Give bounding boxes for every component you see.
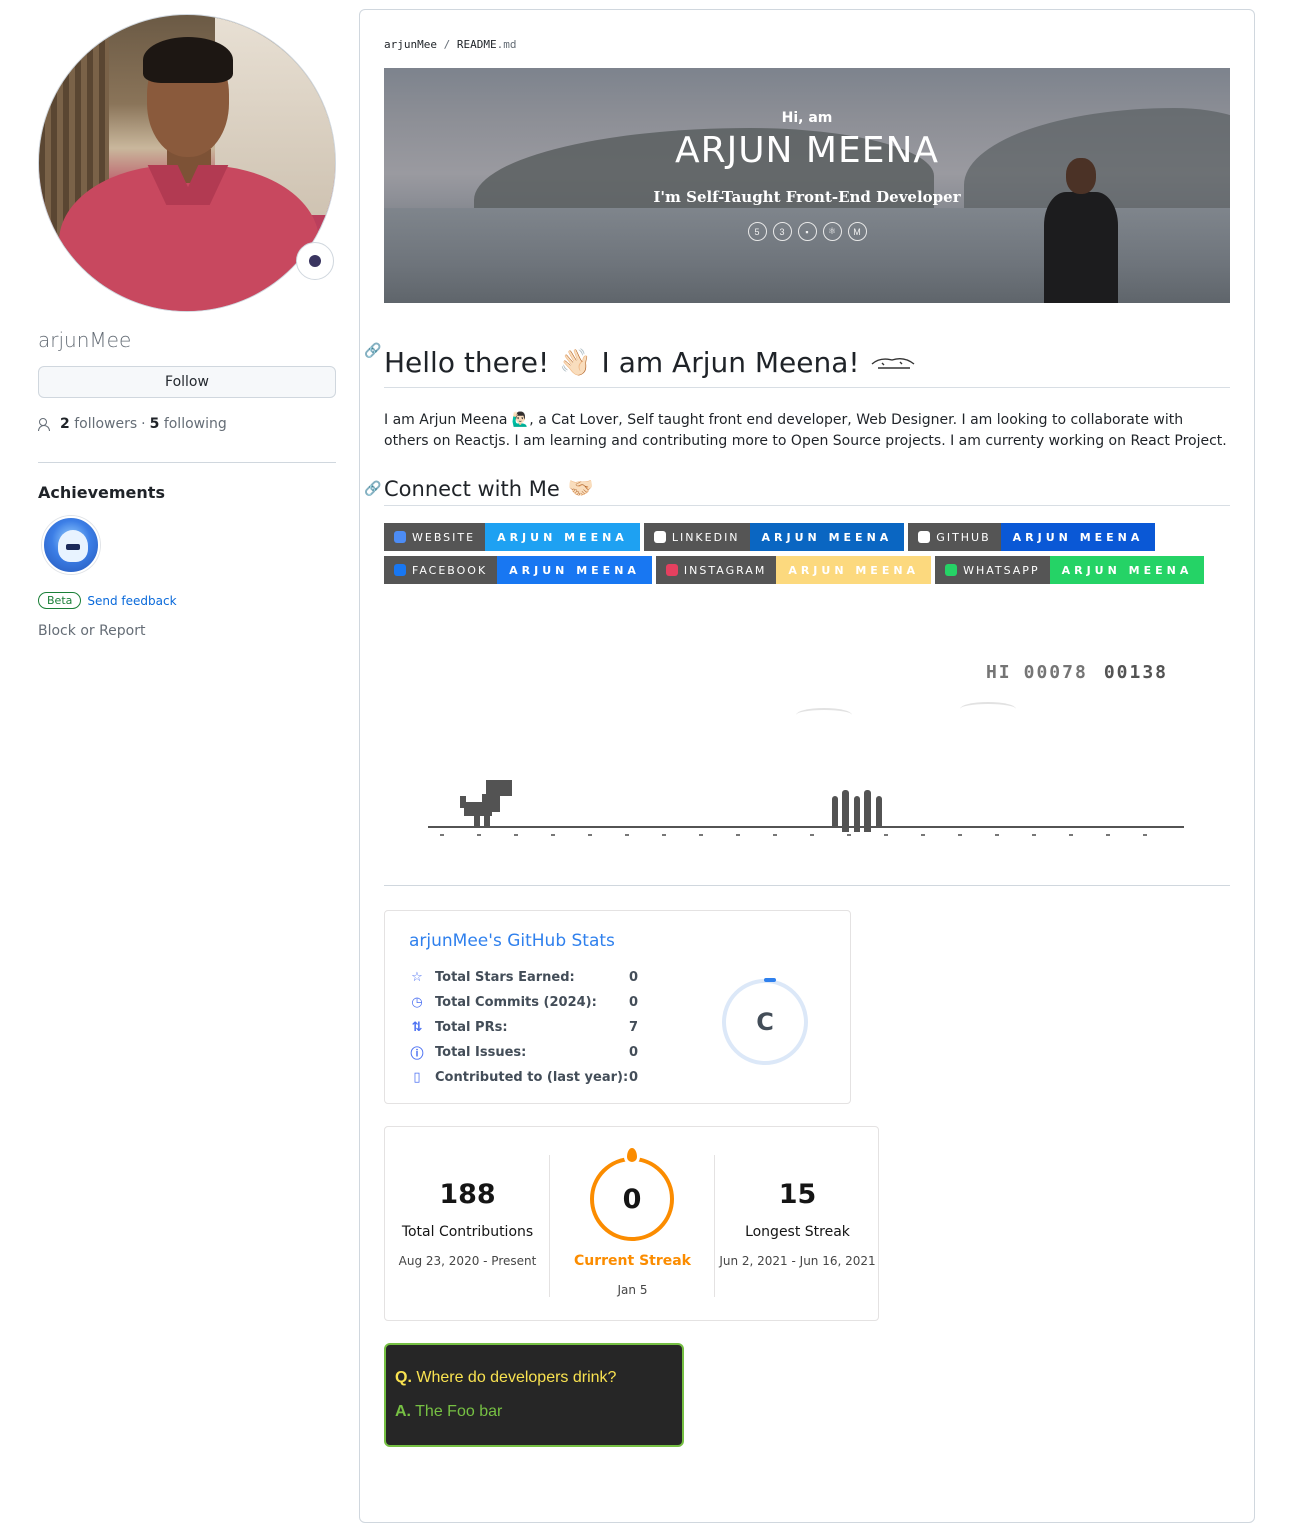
breadcrumb: arjunMee / README.md [384,38,517,51]
feedback-row: Beta Send feedback [38,592,336,609]
readme-bio: I am Arjun Meena 🙋🏻‍♂️, a Cat Lover, Sel… [384,412,1227,449]
cloud-icon [796,708,852,722]
banner-tagline: I'm Self-Taught Front-End Developer [653,188,961,206]
link-anchor-icon[interactable]: 🔗 [364,480,381,497]
js-icon: ▪ [797,222,817,241]
banner-name: ARJUN MEENA [674,130,940,171]
current-streak: Current Streak Jan 5 [573,1253,691,1297]
follow-separator: · [141,416,146,432]
game-ground [428,826,1184,828]
star-icon: ☆ [411,970,423,985]
pull-request-icon: ⇅ [411,1020,423,1035]
cat-icon [871,357,915,369]
cloud-icon [960,702,1016,716]
social-badge-whatsapp[interactable]: WHATSAPP ARJUN MEENA [935,556,1205,584]
banner-tech-icons: 5 3 ▪ ⚛ M [384,222,1230,241]
react-icon: ⚛ [822,222,842,241]
repo-icon: ▯ [413,1070,421,1085]
block-report-link[interactable]: Block or Report [38,623,336,639]
send-feedback-link[interactable]: Send feedback [87,594,176,608]
stat-row: ◷ Total Commits (2024): 0 [409,990,649,1015]
issue-icon: ⓘ [410,1047,424,1062]
follow-stats: 2 followers · 5 following [38,416,336,432]
html-icon: 5 [747,222,767,241]
streak-card: 188 Total Contributions Aug 23, 2020 - P… [384,1126,879,1321]
social-badge-linkedin[interactable]: LINKEDIN ARJUN MEENA [643,523,905,551]
following-link[interactable]: 5 following [150,416,227,432]
markdown-icon: M [847,222,867,241]
social-badge-facebook[interactable]: FACEBOOK ARJUN MEENA [384,556,652,584]
achievements-title: Achievements [38,483,165,502]
profile-username: arjunMee [38,328,132,352]
game-score: HI 00078 00138 [985,662,1168,683]
joke-question: Q. Where do developers drink? [395,1369,617,1386]
rank-ring: C [722,978,808,1065]
avatar[interactable] [38,14,336,312]
connect-heading: Connect with Me 🤝🏻 [384,476,1230,506]
link-anchor-icon[interactable]: 🔗 [364,342,381,359]
waving-hand-icon: 👋🏻 [559,347,592,378]
divider [38,462,336,463]
linkedin-icon [653,531,666,543]
flame-icon [624,1145,640,1165]
facebook-icon [394,564,406,576]
social-badges: WEBSITE ARJUN MEENA LINKEDIN ARJUN MEENA GIT… [384,523,1230,584]
stat-row: ⇅ Total PRs: 7 [409,1015,649,1040]
website-icon [394,531,406,543]
trex-icon [460,780,514,832]
status-emoji-icon[interactable] [296,242,334,280]
longest-streak: 15 Longest Streak Jun 2, 2021 - Jun 16, … [719,1179,876,1268]
social-badge-github[interactable]: GITHUB ARJUN MEENA [908,523,1156,551]
github-stats-card: arjunMee's GitHub Stats ☆ Total Stars Ear… [384,910,851,1104]
stat-row: ▯ Contributed to (last year): 0 [409,1065,649,1090]
profile-sidebar: arjunMee Follow 2 followers · 5 followin… [38,14,336,639]
people-icon [38,417,54,431]
beta-badge: Beta [38,592,82,609]
readme-banner: Hi, am ARJUN MEENA I'm Self-Taught Front… [384,68,1230,303]
dino-game: HI 00078 00138 [384,610,1230,886]
breadcrumb-owner[interactable]: arjunMee [384,38,437,51]
followers-link[interactable]: 2 followers [60,416,137,432]
achievement-badge-icon[interactable] [42,516,100,574]
banner-greeting: Hi, am [781,110,833,126]
joke-card: Q. Where do developers drink? A. The Foo… [384,1343,684,1447]
stat-row: ⓘ Total Issues: 0 [410,1045,639,1062]
instagram-icon [665,564,678,576]
css-icon: 3 [772,222,792,241]
follow-button[interactable]: Follow [38,366,336,398]
whatsapp-icon [945,564,958,576]
breadcrumb-file[interactable]: README [457,38,497,51]
readme-container: arjunMee / README.md Hi, am ARJUN MEENA … [359,9,1255,1523]
readme-heading: Hello there! 👋🏻 I am Arjun Meena! [384,346,1230,388]
social-badge-website[interactable]: WEBSITE ARJUN MEENA [384,523,640,551]
total-contributions: 188 Total Contributions Aug 23, 2020 - P… [398,1179,537,1268]
history-icon: ◷ [411,995,423,1010]
github-icon [918,531,931,543]
handshake-icon: 🤝🏻 [567,476,594,500]
stat-row: ☆ Total Stars Earned: 0 [409,965,649,990]
stats-title: arjunMee's GitHub Stats [409,931,615,951]
joke-answer: A. The Foo bar [395,1403,503,1420]
current-streak-ring: 0 [590,1157,674,1241]
social-badge-instagram[interactable]: INSTAGRAM ARJUN MEENA [655,556,932,584]
